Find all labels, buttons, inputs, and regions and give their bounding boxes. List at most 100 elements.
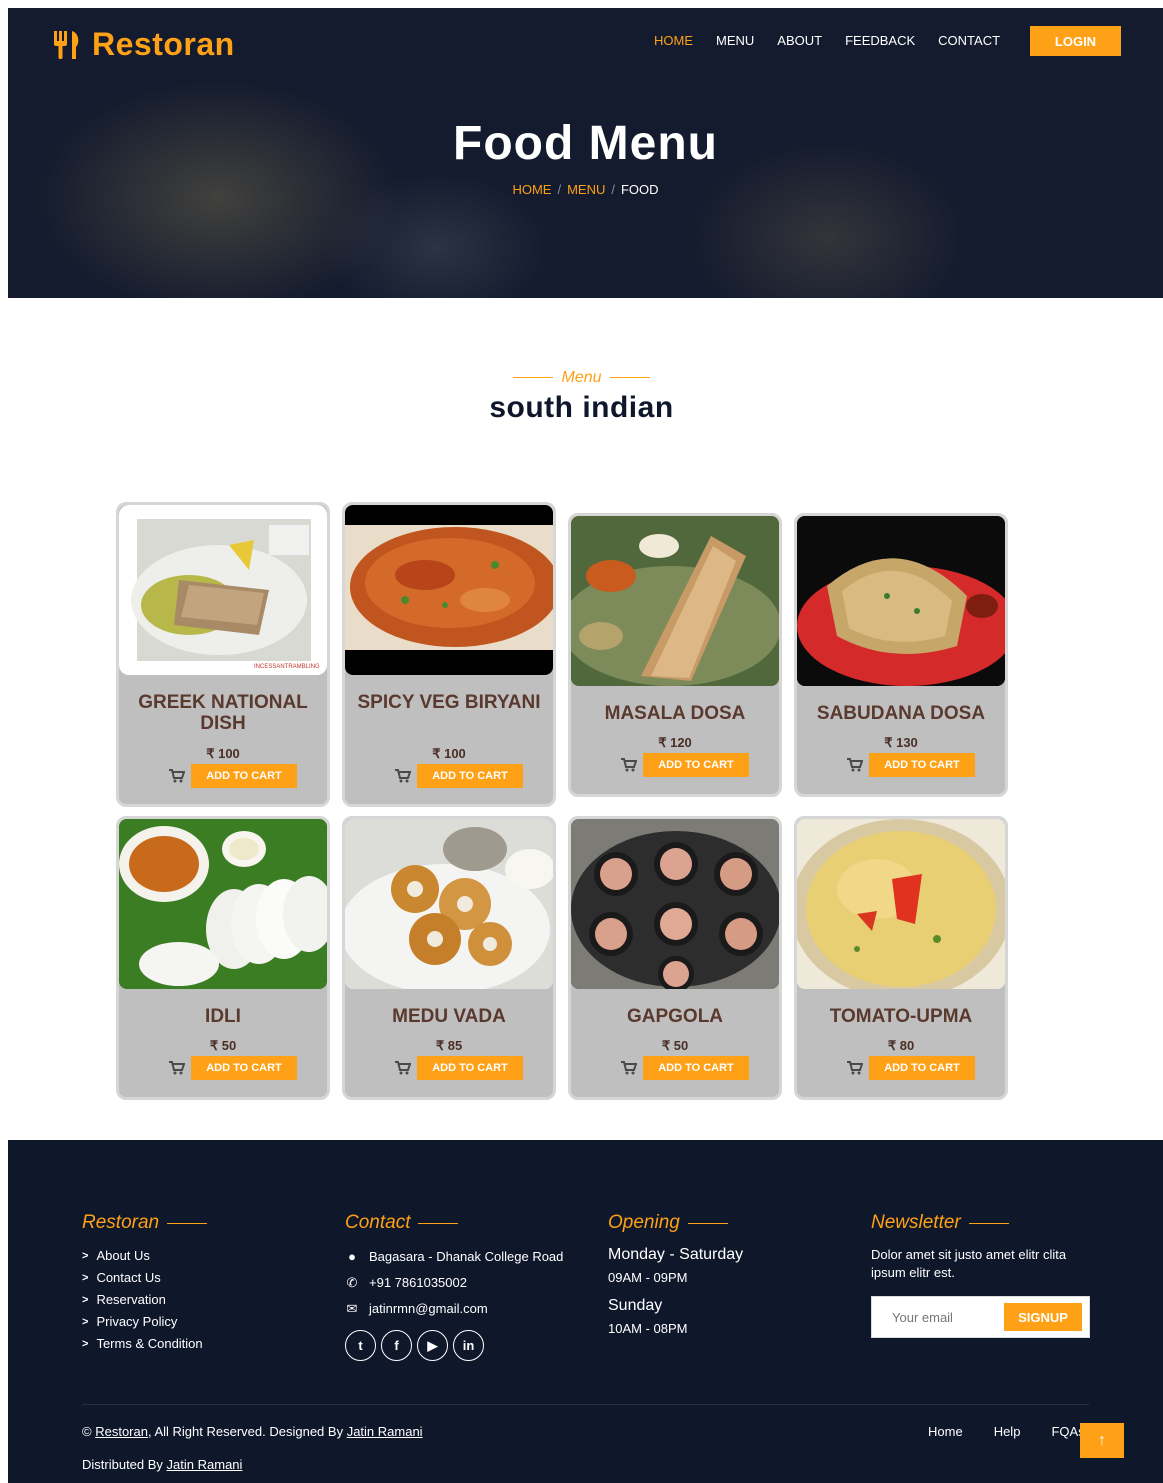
signup-button[interactable]: SIGNUP — [1004, 1303, 1082, 1331]
phone-icon: ✆ — [346, 1275, 358, 1290]
svg-text:INCESSANTRAMBLING: INCESSANTRAMBLING — [254, 664, 320, 670]
nav-contact[interactable]: CONTACT — [938, 33, 1000, 48]
menu-card: MASALA DOSA ₹ 120 ADD TO CART — [568, 513, 782, 797]
add-to-cart-button[interactable]: ADD TO CART — [191, 764, 297, 788]
breadcrumb: HOME / MENU / FOOD — [8, 182, 1163, 197]
add-to-cart-button[interactable]: ADD TO CART — [869, 1056, 975, 1080]
contact-address: ● Bagasara - Dhanak College Road — [345, 1248, 565, 1266]
twitter-icon[interactable]: t — [345, 1330, 376, 1361]
copyright-symbol: © — [82, 1424, 92, 1439]
divider-line — [513, 377, 554, 379]
add-to-cart-button[interactable]: ADD TO CART — [417, 1056, 523, 1080]
copyright-brand-link[interactable]: Restoran — [95, 1424, 148, 1439]
divider-line — [167, 1222, 208, 1224]
chevron-right-icon: > — [82, 1337, 89, 1350]
divider-line — [687, 1222, 728, 1224]
hero-banner: Restoran HOME MENU ABOUT FEEDBACK CONTAC… — [8, 8, 1163, 298]
designer-link[interactable]: Jatin Ramani — [347, 1424, 423, 1439]
arrow-up-icon: ↑ — [1098, 1431, 1106, 1449]
dish-image-masala-dosa — [571, 516, 779, 686]
opening-day-weekdays: Monday - Saturday — [608, 1246, 744, 1263]
footer-heading: Contact — [345, 1212, 565, 1234]
breadcrumb-menu[interactable]: MENU — [567, 182, 605, 197]
footer-link-terms[interactable]: > Terms & Condition — [82, 1336, 207, 1351]
footer-link-about[interactable]: > About Us — [82, 1248, 207, 1263]
dish-price: ₹ 130 — [884, 735, 918, 750]
cart-row: ADD TO CART — [395, 1056, 523, 1080]
cart-icon — [395, 769, 411, 783]
linkedin-icon[interactable]: in — [453, 1330, 484, 1361]
dish-name: GAPGOLA — [626, 1006, 724, 1027]
distributor-link[interactable]: Jatin Ramani — [167, 1457, 243, 1472]
footer-link-label: Reservation — [96, 1292, 166, 1307]
footer-link-label: Terms & Condition — [96, 1336, 203, 1351]
nav-about[interactable]: ABOUT — [777, 33, 822, 48]
social-links: t f ▶ in — [345, 1330, 565, 1361]
add-to-cart-button[interactable]: ADD TO CART — [869, 753, 975, 777]
footer-link-privacy[interactable]: > Privacy Policy — [82, 1314, 207, 1329]
chevron-right-icon: > — [82, 1249, 89, 1262]
add-to-cart-button[interactable]: ADD TO CART — [643, 1056, 749, 1080]
add-to-cart-button[interactable]: ADD TO CART — [417, 764, 523, 788]
footer-bottom-help[interactable]: Help — [994, 1424, 1021, 1439]
add-to-cart-button[interactable]: ADD TO CART — [191, 1056, 297, 1080]
cart-row: ADD TO CART — [847, 1056, 975, 1080]
breadcrumb-home[interactable]: HOME — [512, 182, 551, 197]
footer-link-label: Contact Us — [96, 1270, 161, 1285]
cart-icon — [395, 1061, 411, 1075]
contact-email-text: jatinrmn@gmail.com — [369, 1301, 488, 1316]
cart-row: ADD TO CART — [621, 753, 749, 777]
chevron-right-icon: > — [82, 1271, 89, 1284]
section-subtitle-text: Menu — [561, 369, 602, 386]
facebook-icon[interactable]: f — [381, 1330, 412, 1361]
dish-name: SPICY VEG BIRYANI — [357, 692, 541, 713]
menu-card: SPICY VEG BIRYANI ₹ 100 ADD TO CART — [342, 502, 556, 807]
dish-name: MASALA DOSA — [604, 703, 746, 724]
distributed-by: Distributed By Jatin Ramani — [82, 1457, 242, 1472]
cart-icon — [847, 1061, 863, 1075]
breadcrumb-separator: / — [611, 182, 615, 197]
footer-link-contact[interactable]: > Contact Us — [82, 1270, 207, 1285]
section-title: south indian — [489, 391, 674, 424]
footer-heading-text: Opening — [608, 1212, 680, 1233]
footer-link-list: > About Us > Contact Us > Reservation > Priv… — [82, 1248, 207, 1351]
opening-time-sunday: 10AM - 08PM — [608, 1321, 688, 1336]
divider-line — [968, 1222, 1009, 1224]
brand-logo[interactable]: Restoran — [52, 26, 235, 63]
add-to-cart-button[interactable]: ADD TO CART — [643, 753, 749, 777]
dish-name: MEDU VADA — [392, 1006, 506, 1027]
footer: Restoran > About Us > Contact Us > Reservat… — [8, 1140, 1163, 1483]
opening-time-weekdays: 09AM - 09PM — [608, 1270, 688, 1285]
breadcrumb-current: FOOD — [620, 182, 659, 197]
cart-row: ADD TO CART — [169, 1056, 297, 1080]
cart-icon — [621, 1061, 637, 1075]
cart-row: ADD TO CART — [621, 1056, 749, 1080]
nav-home[interactable]: HOME — [654, 33, 693, 48]
dish-price: ₹ 50 — [209, 1038, 237, 1053]
cart-icon — [847, 758, 863, 772]
dish-price: ₹ 85 — [435, 1038, 463, 1053]
divider-line — [609, 377, 650, 379]
login-button[interactable]: LOGIN — [1030, 26, 1121, 56]
section-subtitle: Menu — [0, 369, 1163, 387]
dish-image-medu-vada — [345, 819, 553, 989]
menu-card: IDLI ₹ 50 ADD TO CART — [116, 816, 330, 1100]
nav-menu[interactable]: MENU — [716, 33, 754, 48]
footer-bottom-home[interactable]: Home — [928, 1424, 963, 1439]
dish-price: ₹ 80 — [887, 1038, 915, 1053]
contact-email: ✉ jatinrmn@gmail.com — [345, 1300, 565, 1318]
contact-address-text: Bagasara - Dhanak College Road — [369, 1249, 564, 1264]
nav-feedback[interactable]: FEEDBACK — [845, 33, 915, 48]
breadcrumb-separator: / — [557, 182, 562, 197]
footer-link-label: Privacy Policy — [96, 1314, 178, 1329]
contact-phone-text: +91 7861035002 — [369, 1275, 467, 1290]
youtube-icon[interactable]: ▶ — [417, 1330, 448, 1361]
cart-icon — [169, 1061, 185, 1075]
cart-icon — [621, 758, 637, 772]
back-to-top-button[interactable]: ↑ — [1080, 1423, 1124, 1458]
dish-name: GREEK NATIONAL DISH — [138, 692, 308, 734]
footer-link-reservation[interactable]: > Reservation — [82, 1292, 207, 1307]
footer-restoran-column: Restoran > About Us > Contact Us > Reservat… — [82, 1212, 208, 1358]
newsletter-email-input[interactable] — [880, 1304, 1000, 1330]
chevron-right-icon: > — [82, 1293, 89, 1306]
